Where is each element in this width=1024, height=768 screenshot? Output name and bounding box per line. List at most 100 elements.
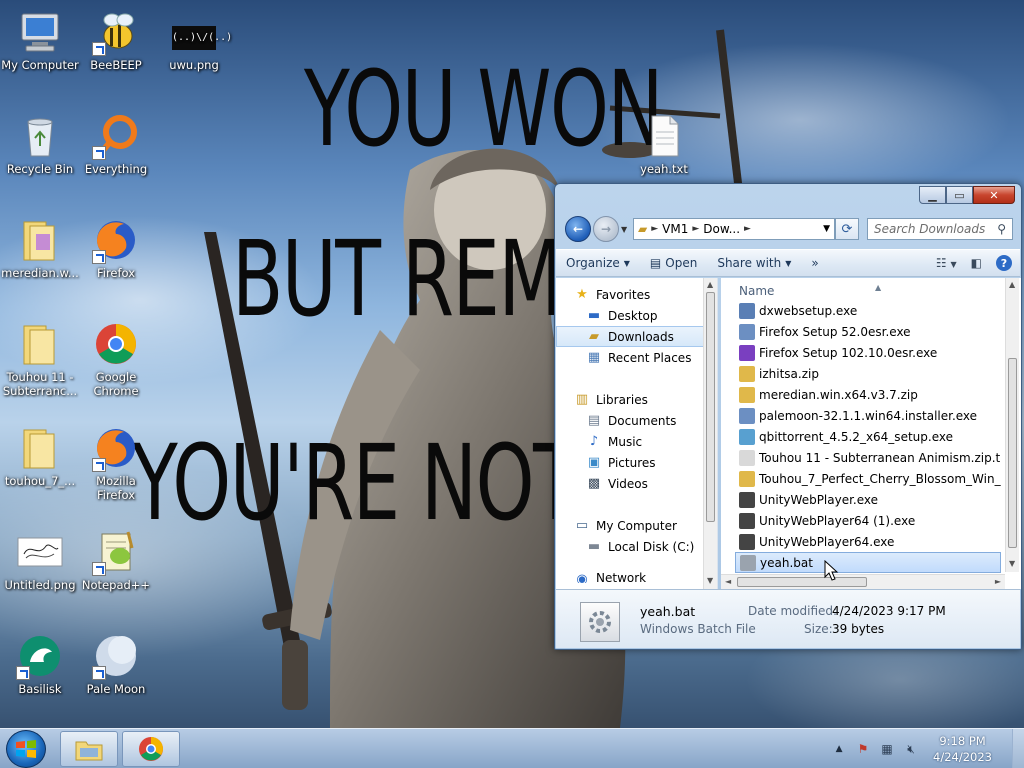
volume-muted-icon[interactable]: 🔇︎: [902, 741, 920, 757]
file-row[interactable]: dxwebsetup.exe: [735, 300, 1001, 321]
scroll-down-icon[interactable]: ▼: [707, 576, 713, 585]
action-center-warning-icon[interactable]: ⚑: [854, 741, 872, 757]
file-row[interactable]: UnityWebPlayer64 (1).exe: [735, 510, 1001, 531]
desktop-icon-google-chrome[interactable]: Google Chrome: [76, 320, 156, 398]
column-header-name[interactable]: Name ▲: [739, 283, 881, 298]
nav-music[interactable]: ♪ Music: [556, 431, 717, 452]
open-button[interactable]: ▤ Open: [640, 256, 707, 270]
nav-my-computer[interactable]: ▭ My Computer: [556, 515, 717, 536]
more-commands-button[interactable]: »: [801, 256, 828, 270]
star-icon: ★: [576, 287, 588, 302]
scrollbar-thumb[interactable]: [737, 577, 867, 587]
file-row[interactable]: Touhou_7_Perfect_Cherry_Blossom_Win_...: [735, 468, 1001, 489]
nav-network[interactable]: ◉ Network: [556, 571, 717, 583]
navigation-scrollbar[interactable]: ▲ ▼: [703, 278, 717, 589]
explorer-window[interactable]: ▁ ▭ ✕ ← → ▼ ▰ ► VM1 ► Dow... ► ▼ ⟳ Searc…: [554, 183, 1022, 650]
file-row[interactable]: Firefox Setup 52.0esr.exe: [735, 321, 1001, 342]
desktop-icon-untitled-png[interactable]: Untitled.png: [0, 528, 80, 592]
recent-pages-dropdown-icon[interactable]: ▼: [621, 225, 627, 234]
scroll-right-icon[interactable]: ►: [995, 577, 1001, 586]
breadcrumb-vm1[interactable]: VM1: [658, 222, 692, 236]
nav-favorites[interactable]: ★ Favorites: [556, 284, 717, 305]
scroll-up-icon[interactable]: ▲: [1009, 280, 1015, 289]
start-button[interactable]: [6, 730, 46, 768]
scroll-down-icon[interactable]: ▼: [1009, 559, 1015, 568]
forward-button[interactable]: →: [593, 216, 619, 242]
file-type-icon: [739, 365, 755, 382]
file-list-horizontal-scrollbar[interactable]: ◄ ►: [721, 574, 1005, 589]
show-hidden-icons-icon[interactable]: ▲: [830, 741, 848, 757]
desktop-icon-recycle-bin[interactable]: Recycle Bin: [0, 112, 80, 176]
taskbar: ▲ ⚑ ▦ 🔇︎ 9:18 PM 4/24/2023: [0, 728, 1024, 768]
file-row[interactable]: Touhou 11 - Subterranean Animism.zip.t..…: [735, 447, 1001, 468]
file-type-icon: [739, 323, 755, 340]
back-button[interactable]: ←: [565, 216, 591, 242]
nav-documents[interactable]: ▤ Documents: [556, 410, 717, 431]
navigation-bar: ← → ▼ ▰ ► VM1 ► Dow... ► ▼ ⟳ Search Down…: [563, 216, 1015, 244]
image-file-icon: (..)\/(..): [170, 8, 232, 56]
nav-libraries[interactable]: ▥ Libraries: [556, 389, 717, 410]
preview-pane-button[interactable]: ◧: [971, 256, 982, 270]
file-row[interactable]: Firefox Setup 102.10.0esr.exe: [735, 342, 1001, 363]
file-row[interactable]: UnityWebPlayer.exe: [735, 489, 1001, 510]
clock[interactable]: 9:18 PM 4/24/2023: [933, 733, 992, 765]
chevron-down-icon: ▼: [785, 258, 792, 268]
chevron-right-icon[interactable]: ►: [744, 224, 751, 234]
maximize-button[interactable]: ▭: [946, 186, 973, 204]
address-dropdown-icon[interactable]: ▼: [823, 224, 830, 234]
help-icon[interactable]: ?: [996, 255, 1012, 271]
nav-videos[interactable]: ▩ Videos: [556, 473, 717, 494]
desktop-icon-my-computer[interactable]: My Computer: [0, 8, 80, 72]
nav-label: Music: [608, 434, 643, 449]
taskbar-explorer-button[interactable]: [60, 731, 118, 767]
desktop-icon-uwu-png[interactable]: (..)\/(..) uwu.png: [154, 8, 234, 72]
scroll-left-icon[interactable]: ◄: [725, 577, 731, 586]
desktop-icon-everything[interactable]: Everything: [76, 112, 156, 176]
nav-pictures[interactable]: ▣ Pictures: [556, 452, 717, 473]
file-list-vertical-scrollbar[interactable]: ▲ ▼: [1005, 278, 1019, 572]
address-bar[interactable]: ▰ ► VM1 ► Dow... ► ▼: [633, 218, 835, 240]
desktop-icon-beebeep[interactable]: BeeBEEP: [76, 8, 156, 72]
window-caption-buttons: ▁ ▭ ✕: [919, 186, 1015, 204]
nav-recent-places[interactable]: ▦ Recent Places: [556, 347, 717, 368]
desktop-icon-label: Untitled.png: [4, 578, 76, 592]
search-input[interactable]: Search Downloads ⚲: [867, 218, 1013, 240]
nav-local-disk[interactable]: ▬ Local Disk (C:): [556, 536, 717, 557]
file-list-pane: Name ▲ dxwebsetup.exe Firefox Setup 52.0e…: [721, 278, 1021, 589]
desktop-icon-label: BeeBEEP: [90, 58, 142, 72]
file-row[interactable]: yeah.bat: [735, 552, 1001, 573]
batch-file-icon: [580, 602, 620, 642]
scrollbar-thumb[interactable]: [1008, 358, 1017, 548]
desktop-icon-yeah-txt[interactable]: yeah.txt: [624, 112, 704, 176]
close-button[interactable]: ✕: [973, 186, 1015, 204]
folder-icon: [16, 320, 64, 368]
chevron-right-icon[interactable]: ►: [651, 224, 658, 234]
desktop-icon-touhou-7-folder[interactable]: touhou_7_...: [0, 424, 80, 488]
scroll-up-icon[interactable]: ▲: [707, 280, 713, 289]
nav-downloads[interactable]: ▰ Downloads: [556, 326, 717, 347]
desktop-icon-basilisk[interactable]: Basilisk: [0, 632, 80, 696]
file-row[interactable]: izhitsa.zip: [735, 363, 1001, 384]
organize-button[interactable]: Organize ▼: [556, 256, 640, 270]
share-with-button[interactable]: Share with ▼: [707, 256, 801, 270]
network-status-icon[interactable]: ▦: [878, 741, 896, 757]
desktop-icon-firefox[interactable]: Firefox: [76, 216, 156, 280]
desktop-icon-pale-moon[interactable]: Pale Moon: [76, 632, 156, 696]
file-row[interactable]: qbittorrent_4.5.2_x64_setup.exe: [735, 426, 1001, 447]
breadcrumb-downloads[interactable]: Dow...: [699, 222, 744, 236]
scrollbar-thumb[interactable]: [706, 292, 715, 522]
minimize-button[interactable]: ▁: [919, 186, 946, 204]
file-row[interactable]: meredian.win.x64.v3.7.zip: [735, 384, 1001, 405]
file-row[interactable]: palemoon-32.1.1.win64.installer.exe: [735, 405, 1001, 426]
desktop-icon-meredian[interactable]: meredian.w...: [0, 216, 80, 280]
refresh-button[interactable]: ⟳: [835, 218, 859, 240]
desktop-icon-touhou-11-folder[interactable]: Touhou 11 - Subterranc...: [0, 320, 80, 398]
desktop-icon-notepadpp[interactable]: Notepad++: [76, 528, 156, 592]
desktop-icon-mozilla-firefox[interactable]: Mozilla Firefox: [76, 424, 156, 502]
taskbar-chrome-button[interactable]: [122, 731, 180, 767]
chevron-right-icon[interactable]: ►: [692, 224, 699, 234]
file-row[interactable]: UnityWebPlayer64.exe: [735, 531, 1001, 552]
change-view-button[interactable]: ☷ ▼: [936, 256, 957, 270]
nav-desktop[interactable]: ▬ Desktop: [556, 305, 717, 326]
show-desktop-button[interactable]: [1012, 729, 1024, 768]
